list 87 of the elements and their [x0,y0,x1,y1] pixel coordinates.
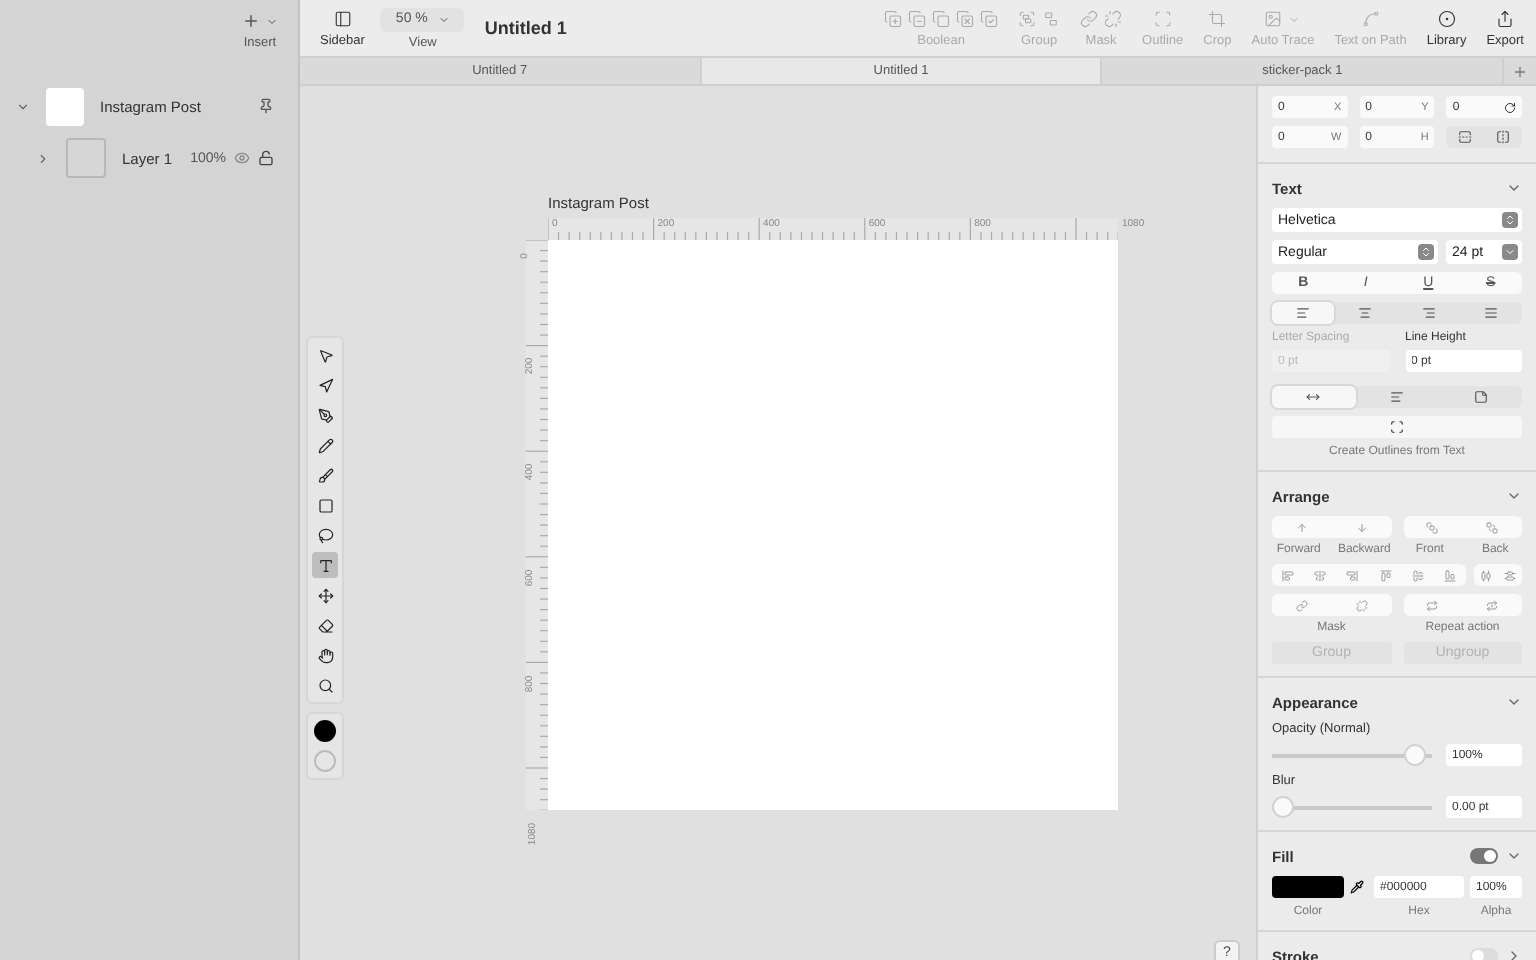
tool-button[interactable] [312,552,338,578]
flip-horizontal-icon [1496,130,1511,144]
divide-squares-icon [980,10,999,28]
library-icon [1437,10,1456,28]
pencil-icon [317,437,333,453]
align-right-icon [1421,306,1436,320]
intersect-squares-icon [932,10,951,28]
exclude-squares-icon [956,10,975,28]
slider-thumb[interactable] [1403,744,1426,766]
document-title: Untitled 1 [484,18,569,38]
sidebar-panel-icon [333,10,352,28]
chevron-down-icon[interactable] [16,99,30,113]
slider[interactable] [1272,744,1432,766]
artboard-thumbnail [46,87,84,125]
move-arrows-icon [317,587,333,603]
align-icon [1346,569,1359,581]
toggle-switch[interactable] [1470,848,1498,864]
eyedropper-icon[interactable] [1350,880,1364,894]
eraser-icon [317,617,333,633]
text-icon [317,557,333,573]
stroke-color-well[interactable] [314,750,336,772]
pin-icon[interactable] [258,98,274,114]
chevron-down-icon[interactable] [1506,180,1522,196]
align-left-icon [1296,306,1311,320]
chevron-right-icon[interactable] [1506,948,1522,960]
arrow-down-icon [1355,521,1368,533]
repeat-once-icon [1486,599,1499,611]
text-box-mode-button[interactable] [1272,386,1356,408]
ungroup-icon [1042,10,1061,28]
layer-thumbnail [66,138,106,178]
text-box-icon [1473,390,1488,404]
color-swatch[interactable] [1272,876,1344,898]
unlink-icon [1355,599,1368,611]
align-icon [1379,569,1392,581]
distribute-icon [1504,569,1516,581]
horizontal-arrows-icon [1306,390,1321,404]
group-icon [1018,10,1037,28]
plus-icon [242,12,260,30]
caret-icon [1288,13,1301,25]
crop-icon [1208,10,1227,28]
align-center-icon [1358,306,1373,320]
link-icon [1080,10,1099,28]
send-to-back-icon [1486,521,1499,533]
brush-icon [317,467,333,483]
caret-icon [437,13,450,25]
chevron-down-icon[interactable] [1506,848,1522,864]
toggle-switch[interactable] [1470,948,1498,960]
unlock-icon[interactable] [258,150,274,166]
flip-vertical-icon [1458,130,1473,144]
chevron-right-icon[interactable] [36,151,50,165]
curve-path-icon [1361,10,1380,28]
text-align-button[interactable] [1272,302,1335,324]
align-icon [1282,569,1295,581]
slider[interactable] [1272,796,1432,818]
align-icon [1443,569,1456,581]
text-lines-icon [1390,390,1404,404]
arrow-pointer-icon [317,347,333,363]
bring-to-front-icon [1426,521,1439,533]
rotate-icon [1504,101,1516,113]
distribute-icon [1480,569,1492,581]
caret-icon [1504,246,1516,258]
chevron-down-icon[interactable] [1506,488,1522,504]
eye-icon[interactable] [234,150,250,166]
slider-thumb[interactable] [1272,796,1294,818]
repeat-icon [1426,599,1439,611]
search-icon [317,677,333,693]
link-icon [1295,599,1308,611]
fill-color-well[interactable] [314,720,336,742]
scan-frame-icon [1390,420,1404,434]
subtract-squares-icon [908,10,927,28]
unlink-icon [1104,10,1123,28]
hand-icon [317,647,333,663]
align-justify-icon [1483,306,1498,320]
align-icon [1314,569,1327,581]
scan-frame-icon [1153,10,1172,28]
chevron-down-icon[interactable] [1506,694,1522,710]
image-icon [1264,10,1283,28]
navigation-arrow-icon [317,377,333,393]
align-icon [1411,569,1424,581]
rectangle-icon [317,497,333,513]
arrow-up-icon [1295,521,1308,533]
lasso-icon [317,527,333,543]
caret-icon [266,15,278,27]
union-squares-icon [884,10,903,28]
export-icon [1496,10,1515,28]
pen-nib-icon [317,407,333,423]
plus-icon [1512,63,1529,79]
